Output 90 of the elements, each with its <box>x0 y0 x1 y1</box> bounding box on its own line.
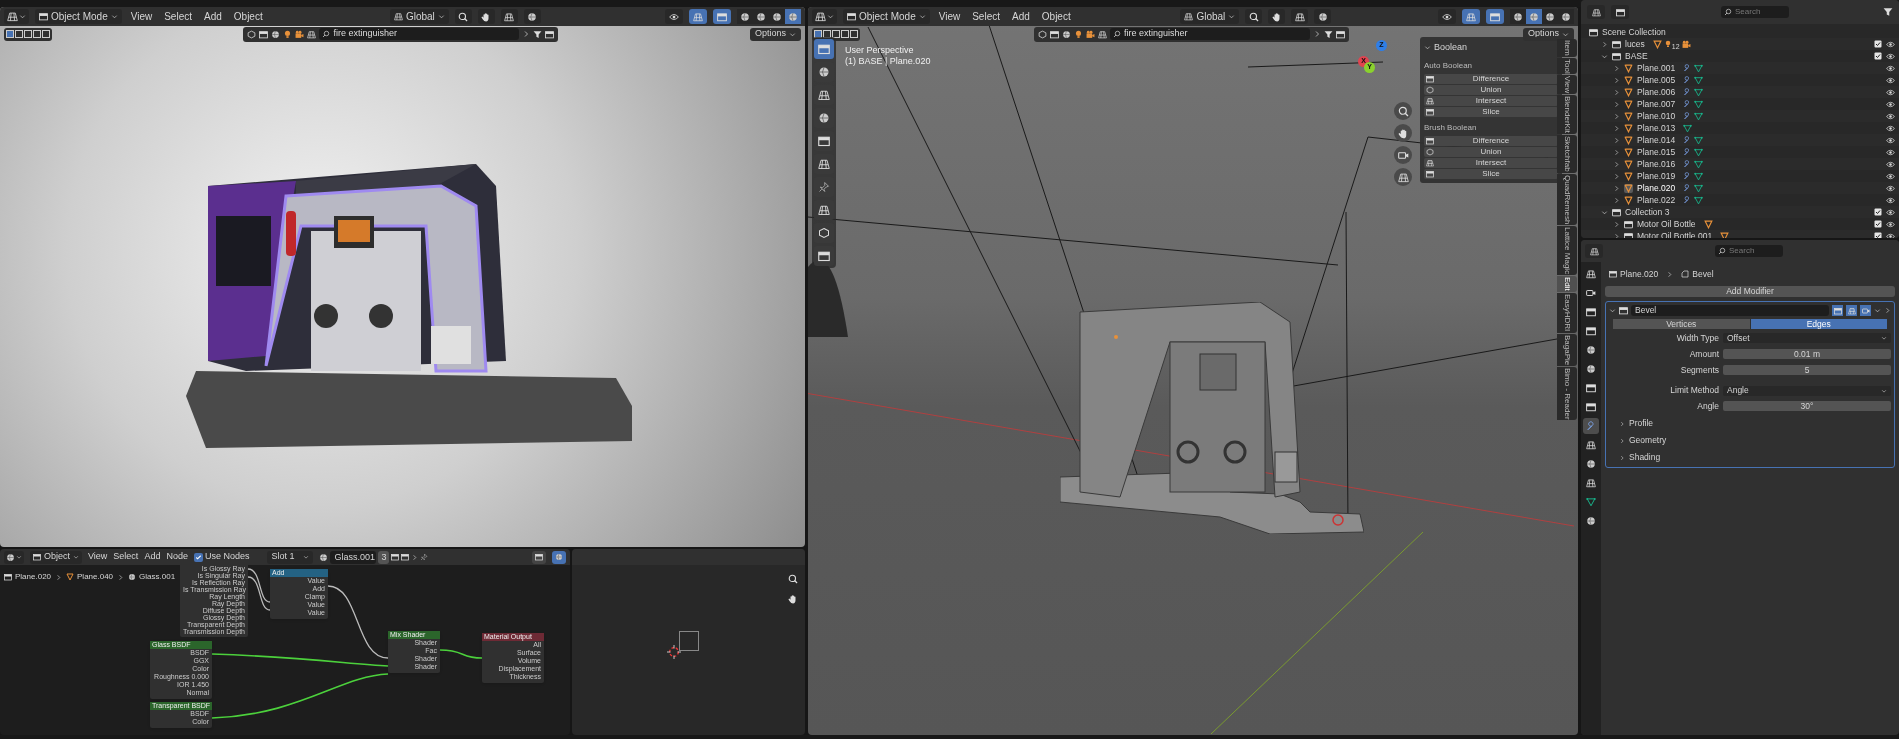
field-label: Segments <box>1679 363 1719 377</box>
menu-item[interactable]: Select <box>113 550 139 564</box>
sidebar-tab[interactable]: Edit <box>1557 276 1577 293</box>
modifier-name-field[interactable]: Bevel <box>1631 305 1829 316</box>
outliner-item[interactable]: Collection 3 <box>1625 205 1670 219</box>
shader-type-dropdown[interactable]: Object <box>30 550 82 564</box>
breadcrumb-text: Bevel <box>1692 267 1714 281</box>
boolean-button[interactable]: Slice <box>1424 168 1558 179</box>
outliner-item[interactable]: luces <box>1625 37 1645 51</box>
add-modifier-button[interactable]: Add Modifier <box>1605 286 1895 297</box>
menu-item[interactable]: Add <box>201 9 225 24</box>
outliner-item[interactable]: BASE <box>1625 49 1648 63</box>
orientation-dropdown[interactable]: Global <box>389 9 449 24</box>
outliner-item[interactable]: Plane.016 <box>1637 157 1676 171</box>
search-field[interactable]: fire extinguisher <box>319 28 520 40</box>
field-label: Angle <box>1696 400 1719 413</box>
breadcrumb-text[interactable]: Plane.020 <box>15 571 52 583</box>
boolean-button[interactable]: Intersect <box>1424 157 1558 168</box>
dropdown-field[interactable]: Offset <box>1723 333 1891 344</box>
menu-item[interactable]: View <box>127 9 156 24</box>
menu-item[interactable]: Node <box>166 550 188 564</box>
sidebar-tab[interactable]: EasyHDRI <box>1557 293 1577 333</box>
field-label: Limit Method <box>1669 384 1719 397</box>
group-label: Brush Boolean <box>1424 121 1478 134</box>
menu-item[interactable]: Object <box>230 9 266 24</box>
sidebar-tab[interactable]: Sketchfab <box>1557 135 1577 173</box>
mode-dropdown[interactable]: Object Mode <box>843 9 930 24</box>
field-label: Amount <box>1688 347 1719 361</box>
outliner-item[interactable]: Plane.019 <box>1637 169 1676 183</box>
menu-item[interactable]: Select <box>161 9 195 24</box>
menu-item[interactable]: Add <box>144 550 161 564</box>
subpanel-header[interactable]: Shading <box>1629 451 1661 465</box>
segment-button[interactable]: Edges <box>1750 319 1887 329</box>
search-field[interactable]: fire extinguisher <box>1110 28 1310 40</box>
menu-item[interactable]: View <box>935 9 964 24</box>
number-field[interactable]: 30° <box>1723 401 1891 412</box>
boolean-button[interactable]: Slice <box>1424 106 1558 117</box>
breadcrumb-text[interactable]: Glass.001 <box>139 571 176 583</box>
outliner-item[interactable]: Motor Oil Bottle <box>1637 217 1696 231</box>
outliner-item[interactable]: Motor Oil Bottle.001 <box>1637 229 1713 238</box>
sidebar-tab[interactable]: View <box>1557 75 1577 95</box>
boolean-button[interactable]: Union <box>1424 146 1558 157</box>
options-dropdown[interactable]: Options <box>749 27 801 41</box>
user-count[interactable]: 3 <box>378 550 390 564</box>
search-field[interactable]: Search <box>1715 245 1783 257</box>
menu-item[interactable]: Add <box>1009 9 1033 24</box>
menu-item[interactable]: Object <box>1038 9 1074 24</box>
view-name-text: User Perspective <box>845 45 915 56</box>
use-nodes-checkbox[interactable]: Use Nodes <box>193 550 250 564</box>
outliner-item[interactable]: Plane.007 <box>1637 97 1676 111</box>
outliner-item[interactable]: Plane.014 <box>1637 133 1676 147</box>
boolean-button[interactable]: Union <box>1424 84 1558 95</box>
outliner-item[interactable]: Plane.015 <box>1637 145 1676 159</box>
sidebar-tab[interactable]: BagaPie <box>1557 333 1577 366</box>
subpanel-header[interactable]: Profile <box>1629 417 1654 431</box>
slot-dropdown[interactable]: Slot 1 <box>267 550 314 564</box>
panel-title: Boolean <box>1434 41 1468 54</box>
outliner-item[interactable]: Plane.020 <box>1637 181 1676 195</box>
dropdown-field[interactable]: Angle <box>1723 385 1891 396</box>
outliner-item[interactable]: Plane.006 <box>1637 85 1676 99</box>
sidebar-tab[interactable]: Lattice Magic <box>1557 226 1577 276</box>
outliner-item[interactable]: Plane.022 <box>1637 193 1676 207</box>
menu-item[interactable]: View <box>88 550 108 564</box>
outliner-item[interactable]: Plane.013 <box>1637 121 1676 135</box>
number-field[interactable]: 5 <box>1723 364 1891 375</box>
search-field[interactable]: Search <box>1721 6 1789 18</box>
outliner-item[interactable]: Plane.010 <box>1637 109 1676 123</box>
mode-dropdown[interactable]: Object Mode <box>35 9 122 24</box>
segment-button[interactable]: Vertices <box>1613 319 1750 329</box>
menu-item[interactable]: Select <box>969 9 1003 24</box>
boolean-button[interactable]: Difference <box>1424 135 1558 146</box>
number-field[interactable]: 0.01 m <box>1723 349 1891 360</box>
orientation-dropdown[interactable]: Global <box>1180 9 1240 24</box>
active-object-text: (1) BASE | Plane.020 <box>845 56 931 67</box>
outliner-item[interactable]: Plane.001 <box>1637 61 1676 75</box>
sidebar-tab[interactable]: Bimo - Reader <box>1557 366 1577 421</box>
sidebar-tab[interactable]: QuadRemesh <box>1557 173 1577 226</box>
boolean-button[interactable]: Difference <box>1424 73 1558 84</box>
breadcrumb-text: Plane.020 <box>1620 267 1659 281</box>
breadcrumb-text[interactable]: Plane.040 <box>77 571 114 583</box>
sidebar-tab[interactable]: Tool <box>1557 57 1577 75</box>
field-label: Width Type <box>1675 332 1719 345</box>
sidebar-tab[interactable]: BlenderKit <box>1557 95 1577 135</box>
outliner-item[interactable]: Scene Collection <box>1602 25 1666 39</box>
sidebar-tab[interactable]: Item <box>1557 39 1577 57</box>
material-name-field[interactable]: Glass.001 <box>330 550 377 564</box>
outliner-item[interactable]: Plane.005 <box>1637 73 1676 87</box>
subpanel-header[interactable]: Geometry <box>1629 434 1667 448</box>
group-label: Auto Boolean <box>1424 59 1474 72</box>
boolean-button[interactable]: Intersect <box>1424 95 1558 106</box>
